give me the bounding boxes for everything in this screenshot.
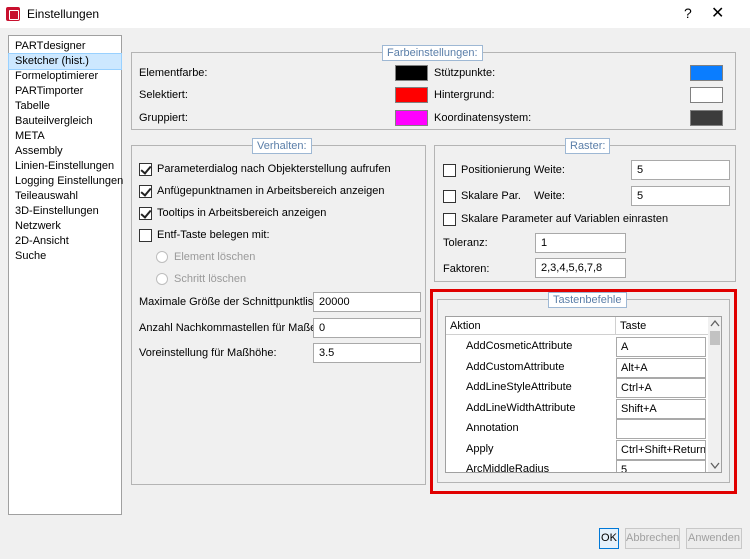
delete-element-radio[interactable] — [156, 251, 168, 263]
grouped-color-label: Gruppiert: — [139, 112, 188, 124]
factors-label: Faktoren: — [443, 263, 490, 275]
nav-item[interactable]: Suche — [9, 249, 121, 264]
element-color-label: Elementfarbe: — [139, 67, 208, 79]
background-color-label: Hintergrund: — [434, 89, 495, 101]
delete-step-radio[interactable] — [156, 273, 168, 285]
parameter-dialog-checkbox[interactable] — [139, 163, 152, 176]
delete-step-label: Schritt löschen — [174, 273, 247, 285]
tolerance-label: Toleranz: — [443, 237, 488, 249]
delete-key-label: Entf-Taste belegen mit: — [157, 229, 270, 241]
snap-scalar-label: Skalare Parameter auf Variablen einraste… — [461, 213, 669, 225]
grid-title: Raster: — [565, 138, 611, 154]
background-color-swatch[interactable] — [690, 87, 723, 103]
nav-item[interactable]: Assembly — [9, 144, 121, 159]
tooltips-checkbox[interactable] — [139, 207, 152, 220]
nav-item[interactable]: Formeloptimierer — [9, 69, 121, 84]
nav-item[interactable]: Tabelle — [9, 99, 121, 114]
grouped-color-swatch[interactable] — [395, 110, 428, 126]
scalar-par-label: Skalare Par. — [461, 190, 521, 202]
support-points-color-label: Stützpunkte: — [434, 67, 496, 79]
width-label-2: Weite: — [534, 190, 565, 202]
nav-item[interactable]: Bauteilvergleich — [9, 114, 121, 129]
decimal-places-input[interactable]: 0 — [313, 318, 421, 338]
nav-item[interactable]: Sketcher (hist.) — [8, 53, 122, 70]
delete-key-checkbox[interactable] — [139, 229, 152, 242]
coordinate-system-color-swatch[interactable] — [690, 110, 723, 126]
support-points-color-swatch[interactable] — [690, 65, 723, 81]
nav-item[interactable]: META — [9, 129, 121, 144]
selected-color-label: Selektiert: — [139, 89, 188, 101]
element-color-swatch[interactable] — [395, 65, 428, 81]
parameter-dialog-label: Parameterdialog nach Objekterstellung au… — [157, 163, 391, 175]
attach-point-names-label: Anfügepunktnamen in Arbeitsbereich anzei… — [157, 185, 385, 197]
dimension-height-label: Voreinstellung für Maßhöhe: — [139, 347, 277, 359]
positioning-label: Positionierung — [461, 164, 531, 176]
settings-nav-list[interactable]: PARTdesigner Sketcher (hist.) Formeloptimi… — [8, 35, 123, 515]
help-button[interactable]: ? — [684, 5, 692, 21]
coordinate-system-color-label: Koordinatensystem: — [434, 112, 532, 124]
delete-element-label: Element löschen — [174, 251, 256, 263]
cancel-button[interactable]: Abbrechen — [625, 528, 680, 549]
scalar-par-checkbox[interactable] — [443, 190, 456, 203]
nav-item[interactable]: 2D-Ansicht — [9, 234, 121, 249]
factors-input[interactable]: 2,3,4,5,6,7,8 — [535, 258, 626, 278]
dimension-height-input[interactable]: 3.5 — [313, 343, 421, 363]
snap-scalar-checkbox[interactable] — [443, 213, 456, 226]
attach-point-names-checkbox[interactable] — [139, 185, 152, 198]
nav-item[interactable]: 3D-Einstellungen — [9, 204, 121, 219]
max-intersection-list-input[interactable]: 20000 — [313, 292, 421, 312]
positioning-checkbox[interactable] — [443, 164, 456, 177]
title-bar: Einstellungen ? ✕ — [0, 0, 750, 28]
selected-color-swatch[interactable] — [395, 87, 428, 103]
width-label-1: Weite: — [534, 164, 565, 176]
app-icon — [6, 7, 20, 21]
behavior-title: Verhalten: — [252, 138, 312, 154]
highlight-frame — [430, 289, 737, 494]
tooltips-label: Tooltips in Arbeitsbereich anzeigen — [157, 207, 327, 219]
close-icon[interactable]: ✕ — [711, 3, 724, 23]
nav-item[interactable]: Netzwerk — [9, 219, 121, 234]
nav-item[interactable]: Teileauswahl — [9, 189, 121, 204]
width-input-1[interactable]: 5 — [631, 160, 730, 180]
width-input-2[interactable]: 5 — [631, 186, 730, 206]
color-settings-title: Farbeinstellungen: — [382, 45, 483, 61]
nav-item[interactable]: Logging Einstellungen — [9, 174, 123, 189]
nav-item[interactable]: PARTimporter — [9, 84, 121, 99]
ok-button[interactable]: OK — [599, 528, 619, 549]
decimal-places-label: Anzahl Nachkommastellen für Maße: — [139, 322, 320, 334]
tolerance-input[interactable]: 1 — [535, 233, 626, 253]
window-title: Einstellungen — [27, 7, 100, 21]
max-intersection-list-label: Maximale Größe der Schnittpunktliste: — [139, 296, 326, 308]
nav-item[interactable]: Linien-Einstellungen — [9, 159, 121, 174]
apply-button[interactable]: Anwenden — [686, 528, 742, 549]
nav-item[interactable]: PARTdesigner — [9, 39, 121, 54]
